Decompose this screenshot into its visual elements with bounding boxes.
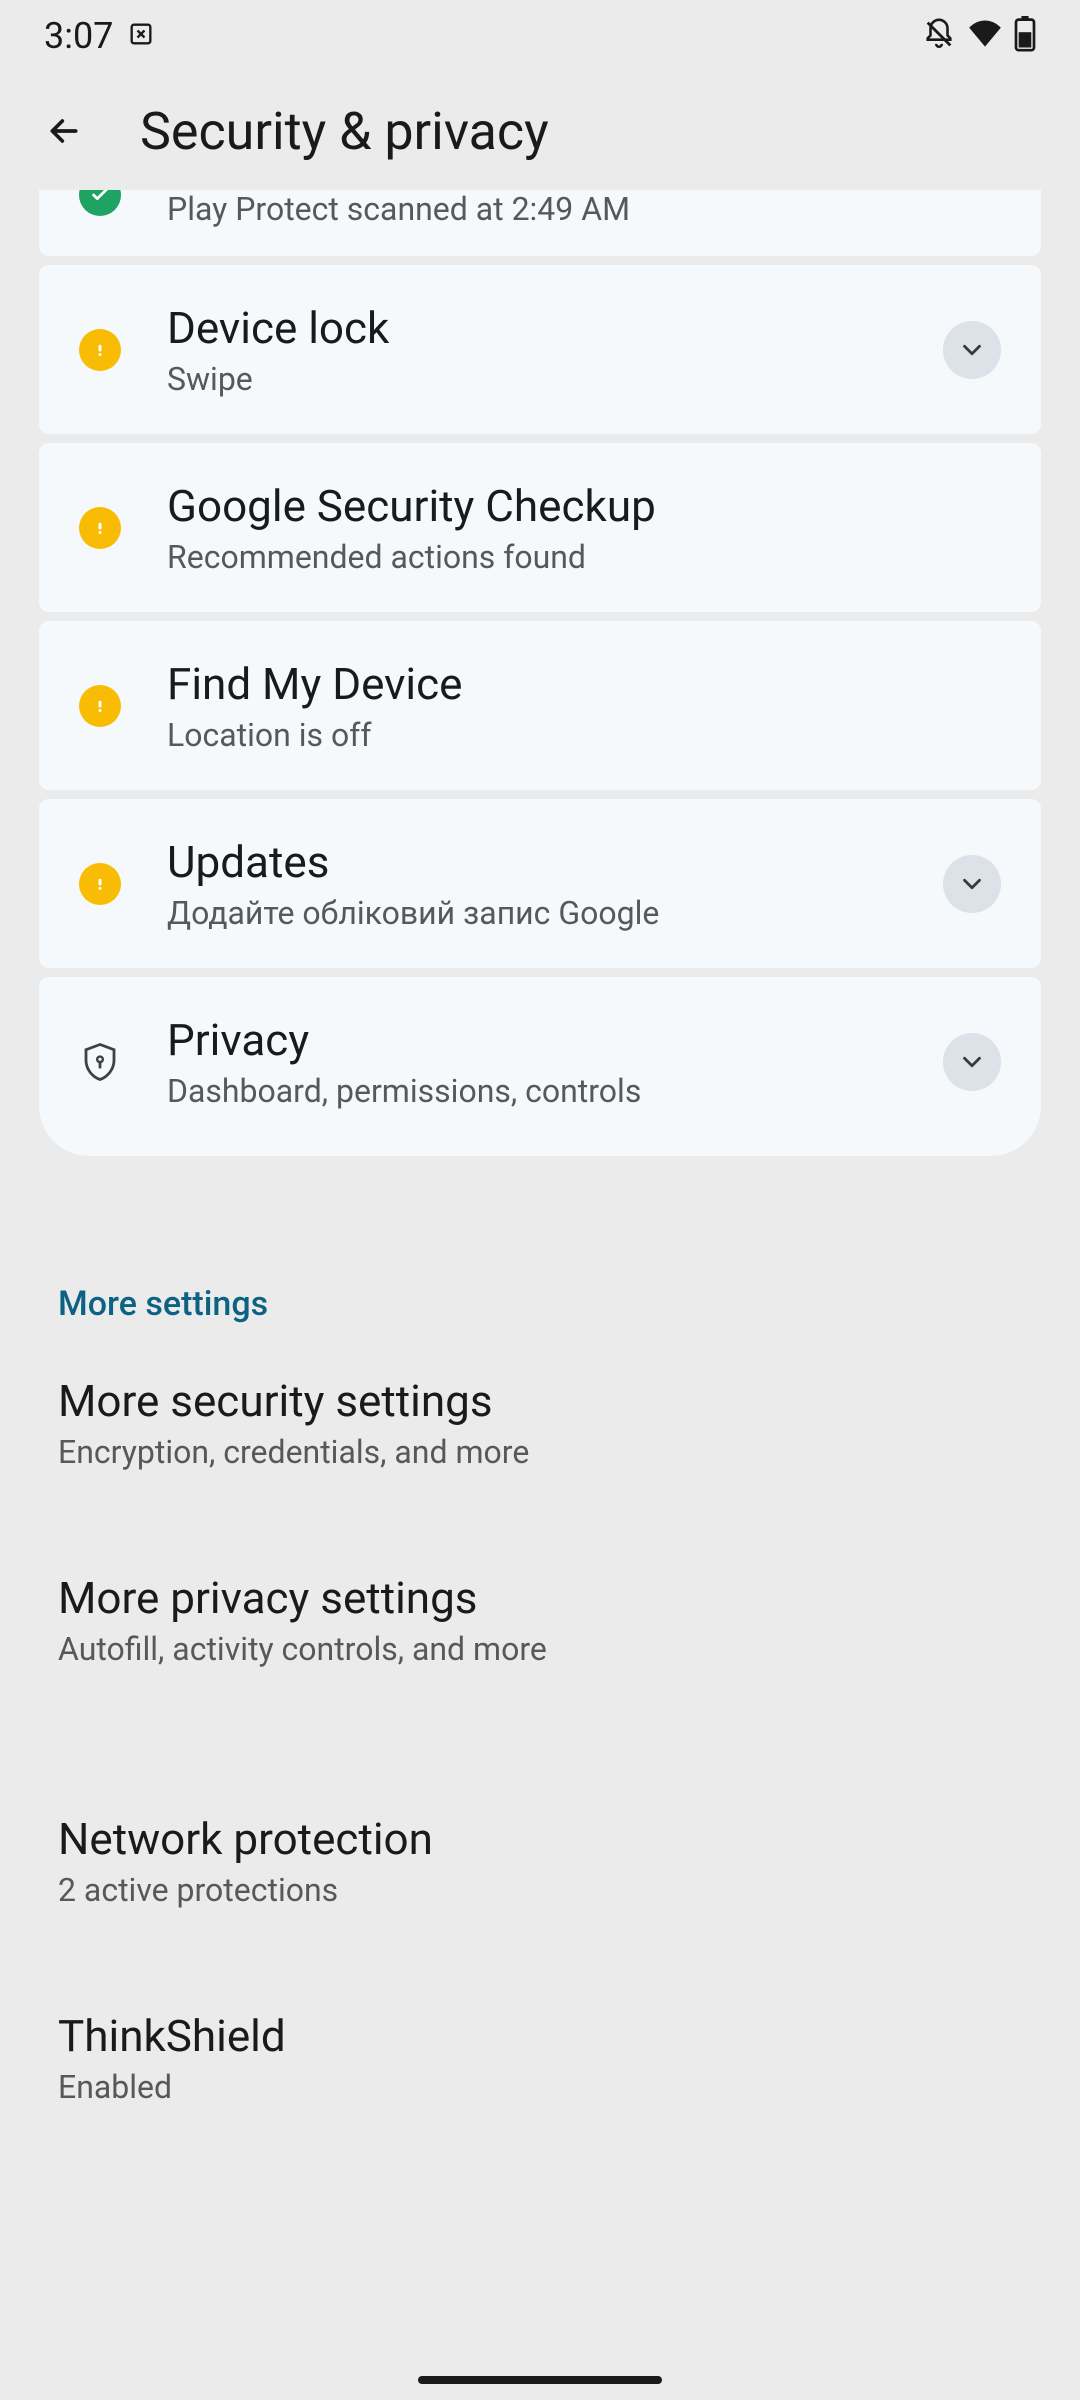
network-subtitle: 2 active protections [58,1871,1022,1909]
device-lock-subtitle: Swipe [167,360,897,398]
battery-saver-icon [127,20,155,52]
find-device-subtitle: Location is off [167,716,1001,754]
google-checkup-card[interactable]: Google Security Checkup Recommended acti… [39,443,1041,612]
check-icon [79,190,121,216]
warning-icon [79,863,121,905]
page-title: Security & privacy [140,101,549,162]
updates-title: Updates [167,835,897,890]
status-time: 3:07 [44,15,113,57]
find-device-title: Find My Device [167,657,1001,712]
notifications-off-icon [922,17,956,55]
google-checkup-title: Google Security Checkup [167,479,1001,534]
expand-button[interactable] [943,321,1001,379]
status-right [922,15,1036,57]
find-device-card[interactable]: Find My Device Location is off [39,621,1041,790]
privacy-card[interactable]: Privacy Dashboard, permissions, controls [39,977,1041,1156]
google-checkup-subtitle: Recommended actions found [167,538,1001,576]
shield-icon [79,1041,121,1083]
network-protection-item[interactable]: Network protection 2 active protections [58,1718,1022,1959]
back-button[interactable] [44,111,84,151]
app-security-card[interactable]: Play Protect scanned at 2:49 AM [39,190,1041,256]
battery-icon [1014,16,1036,56]
warning-icon [79,329,121,371]
privacy-title: Privacy [167,1013,897,1068]
header: Security & privacy [0,72,1080,190]
expand-button[interactable] [943,1033,1001,1091]
status-bar: 3:07 [0,0,1080,72]
navigation-handle[interactable] [418,2376,662,2384]
warning-icon [79,507,121,549]
network-title: Network protection [58,1812,1022,1867]
thinkshield-title: ThinkShield [58,2009,1022,2064]
more-security-subtitle: Encryption, credentials, and more [58,1433,1022,1471]
card-area: Play Protect scanned at 2:49 AM Device l… [0,190,1080,1156]
more-security-title: More security settings [58,1374,1022,1429]
warning-icon [79,685,121,727]
thinkshield-subtitle: Enabled [58,2068,1022,2106]
updates-card[interactable]: Updates Додайте обліковий запис Google [39,799,1041,968]
expand-button[interactable] [943,855,1001,913]
wifi-icon [966,15,1004,57]
status-left: 3:07 [44,15,155,57]
setting-list: More security settings Encryption, crede… [0,1324,1080,2156]
device-lock-card[interactable]: Device lock Swipe [39,265,1041,434]
more-privacy-title: More privacy settings [58,1571,1022,1626]
section-header: More settings [0,1156,1080,1324]
more-privacy-subtitle: Autofill, activity controls, and more [58,1630,1022,1668]
app-security-subtitle: Play Protect scanned at 2:49 AM [167,190,1001,228]
device-lock-title: Device lock [167,301,897,356]
more-security-item[interactable]: More security settings Encryption, crede… [58,1324,1022,1521]
more-privacy-item[interactable]: More privacy settings Autofill, activity… [58,1521,1022,1718]
thinkshield-item[interactable]: ThinkShield Enabled [58,1959,1022,2156]
updates-subtitle: Додайте обліковий запис Google [167,894,897,932]
privacy-subtitle: Dashboard, permissions, controls [167,1072,897,1110]
